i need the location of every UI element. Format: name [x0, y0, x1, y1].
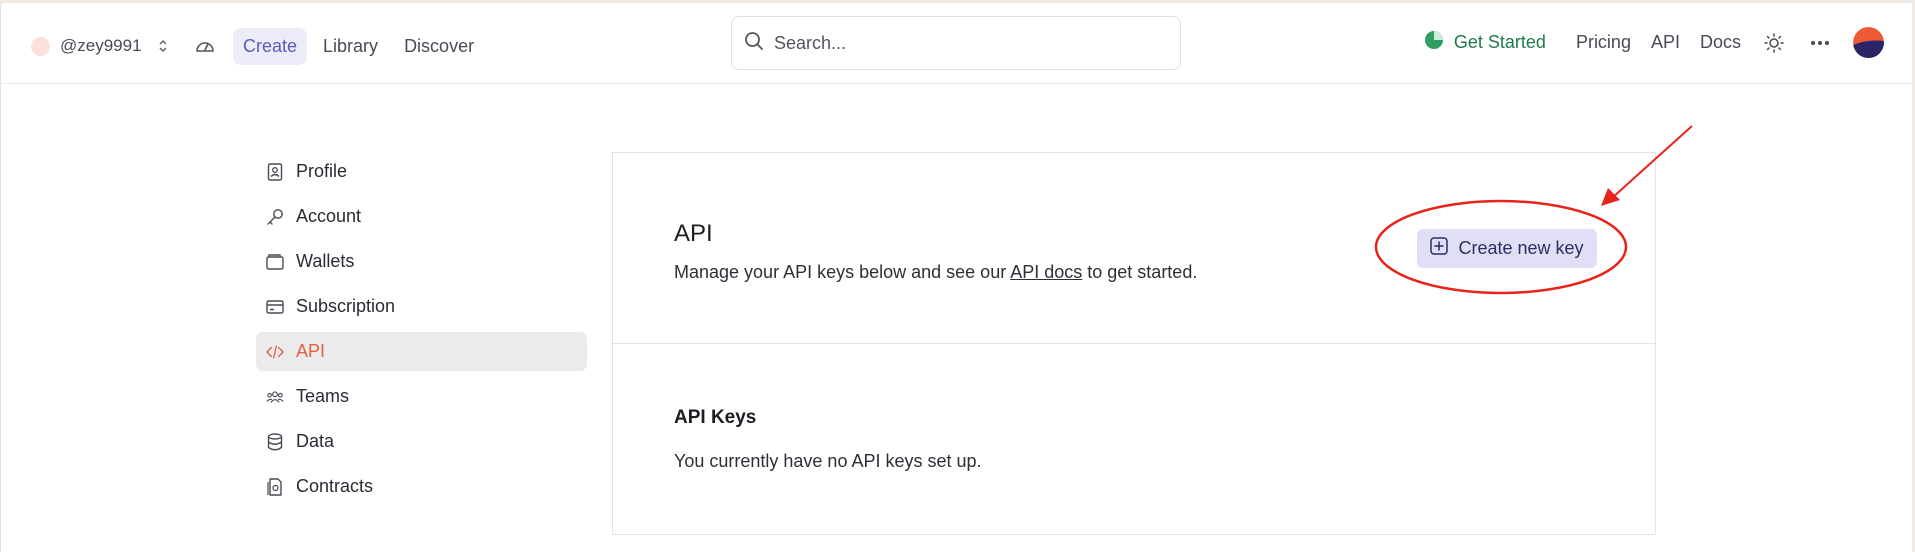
profile-avatar[interactable]: [1853, 27, 1884, 58]
api-keys-heading: API Keys: [674, 407, 757, 428]
nav-api[interactable]: API: [1651, 32, 1680, 53]
secondary-nav: Get Started Pricing API Docs: [1424, 27, 1884, 58]
contract-icon: [266, 477, 284, 496]
nav-create[interactable]: Create: [233, 27, 308, 65]
get-started-label: Get Started: [1453, 32, 1546, 52]
progress-pie-icon: [1424, 30, 1444, 55]
sidebar-item-label: Contracts: [296, 476, 374, 496]
database-icon: [266, 432, 284, 451]
speedometer-icon[interactable]: [191, 26, 219, 66]
get-started-button[interactable]: Get Started: [1424, 30, 1546, 55]
profile-icon: [266, 162, 284, 181]
card-icon: [266, 298, 284, 316]
nav-docs[interactable]: Docs: [1700, 32, 1741, 53]
api-keys-empty-state: You currently have no API keys set up.: [674, 451, 982, 471]
key-icon: [266, 208, 284, 226]
settings-sidebar: Profile Account Wallets Subscription API: [256, 152, 587, 512]
user-avatar-dot: [31, 36, 50, 56]
create-new-key-label: Create new key: [1458, 238, 1584, 258]
create-new-key-button[interactable]: Create new key: [1417, 229, 1597, 268]
sidebar-item-label: Subscription: [296, 296, 396, 316]
plus-square-icon: [1430, 237, 1449, 260]
wallet-icon: [266, 253, 284, 271]
sidebar-item-label: Data: [296, 431, 335, 451]
api-docs-link[interactable]: API docs: [1010, 262, 1082, 282]
nav-pricing[interactable]: Pricing: [1576, 32, 1631, 53]
sidebar-item-api[interactable]: API: [256, 332, 587, 371]
description-text: Manage your API keys below and see our: [674, 262, 1011, 282]
sidebar-item-contracts[interactable]: Contracts: [256, 467, 587, 506]
nav-discover[interactable]: Discover: [394, 28, 484, 65]
search-input[interactable]: [774, 32, 1154, 54]
sidebar-item-account[interactable]: Account: [256, 197, 587, 236]
api-header-section: API Manage your API keys below and see o…: [613, 153, 1655, 344]
nav-library[interactable]: Library: [313, 28, 388, 65]
sidebar-item-data[interactable]: Data: [256, 422, 587, 461]
app-window: @zey9991 Create Library Discover Search.…: [0, 3, 1912, 552]
search-icon: [744, 31, 764, 56]
team-icon: [266, 388, 284, 406]
page-description: Manage your API keys below and see our A…: [674, 262, 1197, 283]
search-box[interactable]: [731, 16, 1181, 70]
sidebar-item-label: API: [296, 341, 326, 361]
page-title: API: [674, 220, 713, 247]
account-switcher[interactable]: @zey9991: [31, 30, 168, 62]
username-label: @zey9991: [60, 36, 142, 55]
code-icon: [266, 343, 284, 361]
chevron-updown-icon: [158, 38, 168, 54]
sun-icon[interactable]: [1761, 30, 1787, 56]
api-settings-card: API Manage your API keys below and see o…: [612, 152, 1656, 535]
sidebar-item-label: Wallets: [296, 251, 355, 271]
top-navigation-bar: @zey9991 Create Library Discover Search.…: [1, 3, 1912, 84]
description-text-end: to get started.: [1082, 262, 1198, 282]
sidebar-item-label: Account: [296, 206, 362, 226]
sidebar-item-profile[interactable]: Profile: [256, 152, 587, 191]
sidebar-item-wallets[interactable]: Wallets: [256, 242, 587, 281]
sidebar-item-subscription[interactable]: Subscription: [256, 287, 587, 326]
primary-nav: Create Library Discover: [191, 26, 484, 66]
sidebar-item-teams[interactable]: Teams: [256, 377, 587, 416]
sidebar-item-label: Teams: [296, 386, 350, 406]
more-dots-icon[interactable]: [1807, 30, 1833, 56]
sidebar-item-label: Profile: [296, 161, 348, 181]
